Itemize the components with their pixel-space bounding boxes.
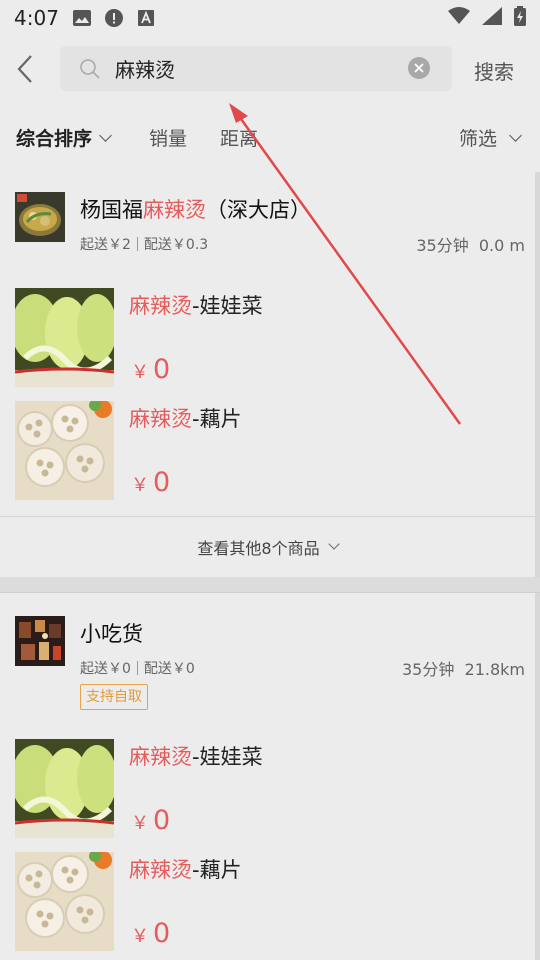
a-icon: [137, 9, 155, 27]
section-divider: [0, 577, 540, 593]
shop-name-prefix: 杨国福: [80, 198, 143, 222]
shop-header[interactable]: 小吃货 起送￥0 配送￥0 35分钟 21.8km 支持自取: [0, 594, 535, 730]
delivery-fee: 配送￥0: [143, 661, 195, 677]
shop-logo: [15, 616, 65, 666]
search-input[interactable]: [115, 56, 395, 81]
product-image: [15, 401, 114, 500]
product-name-suffix: -娃娃菜: [192, 294, 263, 318]
currency-symbol: ￥: [131, 926, 149, 947]
chevron-down-icon: [99, 128, 112, 142]
view-more-label: 查看其他8个商品: [197, 538, 320, 558]
shop-header[interactable]: 杨国福麻辣烫（深大店） 起送￥2 配送￥0.3 35分钟 0.0 m: [0, 170, 535, 270]
shop-name-suffix: （深大店）: [206, 198, 311, 222]
sort-dropdown[interactable]: 综合排序: [16, 124, 112, 151]
shop-name-highlight: 麻辣烫: [143, 198, 206, 222]
wifi-icon: [448, 7, 470, 29]
distance-tab[interactable]: 距离: [220, 124, 258, 151]
price-value: 0: [153, 467, 171, 498]
delivery-time: 35分钟: [401, 660, 455, 679]
delivery-time: 35分钟: [416, 236, 469, 255]
back-arrow-icon: [17, 55, 32, 83]
search-button[interactable]: 搜索: [474, 56, 514, 85]
filter-label: 筛选: [459, 128, 498, 150]
filter-dropdown[interactable]: 筛选: [459, 124, 522, 151]
sales-tab[interactable]: 销量: [149, 124, 187, 151]
min-order: 起送￥0: [80, 661, 131, 677]
product-name: 麻辣烫-娃娃菜: [129, 290, 263, 320]
product-name-suffix: -藕片: [192, 858, 242, 882]
product-name: 麻辣烫-娃娃菜: [129, 741, 263, 771]
shop-card[interactable]: 杨国福麻辣烫（深大店） 起送￥2 配送￥0.3 35分钟 0.0 m 麻辣烫-娃…: [0, 170, 535, 514]
min-order: 起送￥2: [80, 237, 131, 253]
product-price: ￥ 0: [131, 805, 170, 836]
product-price: ￥ 0: [131, 354, 170, 385]
product-item[interactable]: 麻辣烫-娃娃菜 ￥ 0: [0, 739, 535, 852]
battery-icon: [514, 6, 526, 30]
currency-symbol: ￥: [131, 813, 149, 834]
price-value: 0: [153, 918, 171, 949]
product-name-suffix: -娃娃菜: [192, 745, 263, 769]
product-name-highlight: 麻辣烫: [129, 745, 192, 769]
product-name-highlight: 麻辣烫: [129, 294, 192, 318]
product-item[interactable]: 麻辣烫-藕片 ￥ 0: [0, 852, 535, 960]
view-more-products-button[interactable]: 查看其他8个商品: [0, 516, 535, 576]
back-button[interactable]: [2, 36, 48, 102]
shop-time-distance: 35分钟 0.0 m: [416, 232, 525, 256]
chevron-down-icon: [327, 538, 340, 550]
scrollbar[interactable]: [535, 172, 540, 960]
product-name: 麻辣烫-藕片: [129, 403, 242, 433]
search-box[interactable]: [60, 46, 452, 91]
shop-logo: [15, 192, 65, 242]
search-bar: 搜索: [0, 36, 540, 102]
distance: 21.8km: [464, 660, 525, 679]
product-name-highlight: 麻辣烫: [129, 407, 192, 431]
status-time: 4:07: [14, 6, 59, 30]
shop-name: 小吃货: [80, 622, 143, 646]
alert-icon: [104, 9, 123, 27]
price-value: 0: [153, 354, 171, 385]
sales-label: 销量: [149, 128, 188, 150]
price-value: 0: [153, 805, 171, 836]
distance-label: 距离: [220, 128, 259, 150]
currency-symbol: ￥: [131, 475, 149, 496]
shop-name: 杨国福麻辣烫（深大店）: [80, 194, 311, 224]
product-item[interactable]: 麻辣烫-藕片 ￥ 0: [0, 401, 535, 514]
chevron-down-icon: [509, 128, 522, 142]
product-name-highlight: 麻辣烫: [129, 858, 192, 882]
shop-meta: 起送￥2 配送￥0.3: [80, 234, 208, 254]
shop-card[interactable]: 小吃货 起送￥0 配送￥0 35分钟 21.8km 支持自取 麻辣烫-娃娃菜 ￥…: [0, 594, 535, 960]
shop-meta: 起送￥0 配送￥0: [80, 658, 195, 678]
product-item[interactable]: 麻辣烫-娃娃菜 ￥ 0: [0, 288, 535, 401]
filter-bar: 综合排序 销量 距离 筛选: [0, 102, 540, 168]
pickup-badge: 支持自取: [80, 684, 148, 710]
divider: [136, 661, 138, 675]
delivery-fee: 配送￥0.3: [143, 237, 209, 253]
status-bar: 4:07: [0, 0, 540, 36]
sort-label: 综合排序: [16, 128, 93, 150]
product-image: [15, 739, 114, 838]
product-image: [15, 852, 114, 951]
product-image: [15, 288, 114, 387]
product-price: ￥ 0: [131, 467, 170, 498]
product-name-suffix: -藕片: [192, 407, 242, 431]
currency-symbol: ￥: [131, 362, 149, 383]
search-icon: [79, 58, 101, 80]
distance: 0.0 m: [478, 236, 525, 255]
shop-time-distance: 35分钟 21.8km: [402, 656, 525, 680]
close-icon: [414, 63, 424, 73]
signal-icon: [482, 7, 502, 29]
divider: [136, 237, 138, 251]
clear-search-button[interactable]: [408, 57, 430, 79]
product-name: 麻辣烫-藕片: [129, 854, 242, 884]
image-icon: [72, 9, 91, 27]
product-price: ￥ 0: [131, 918, 170, 949]
